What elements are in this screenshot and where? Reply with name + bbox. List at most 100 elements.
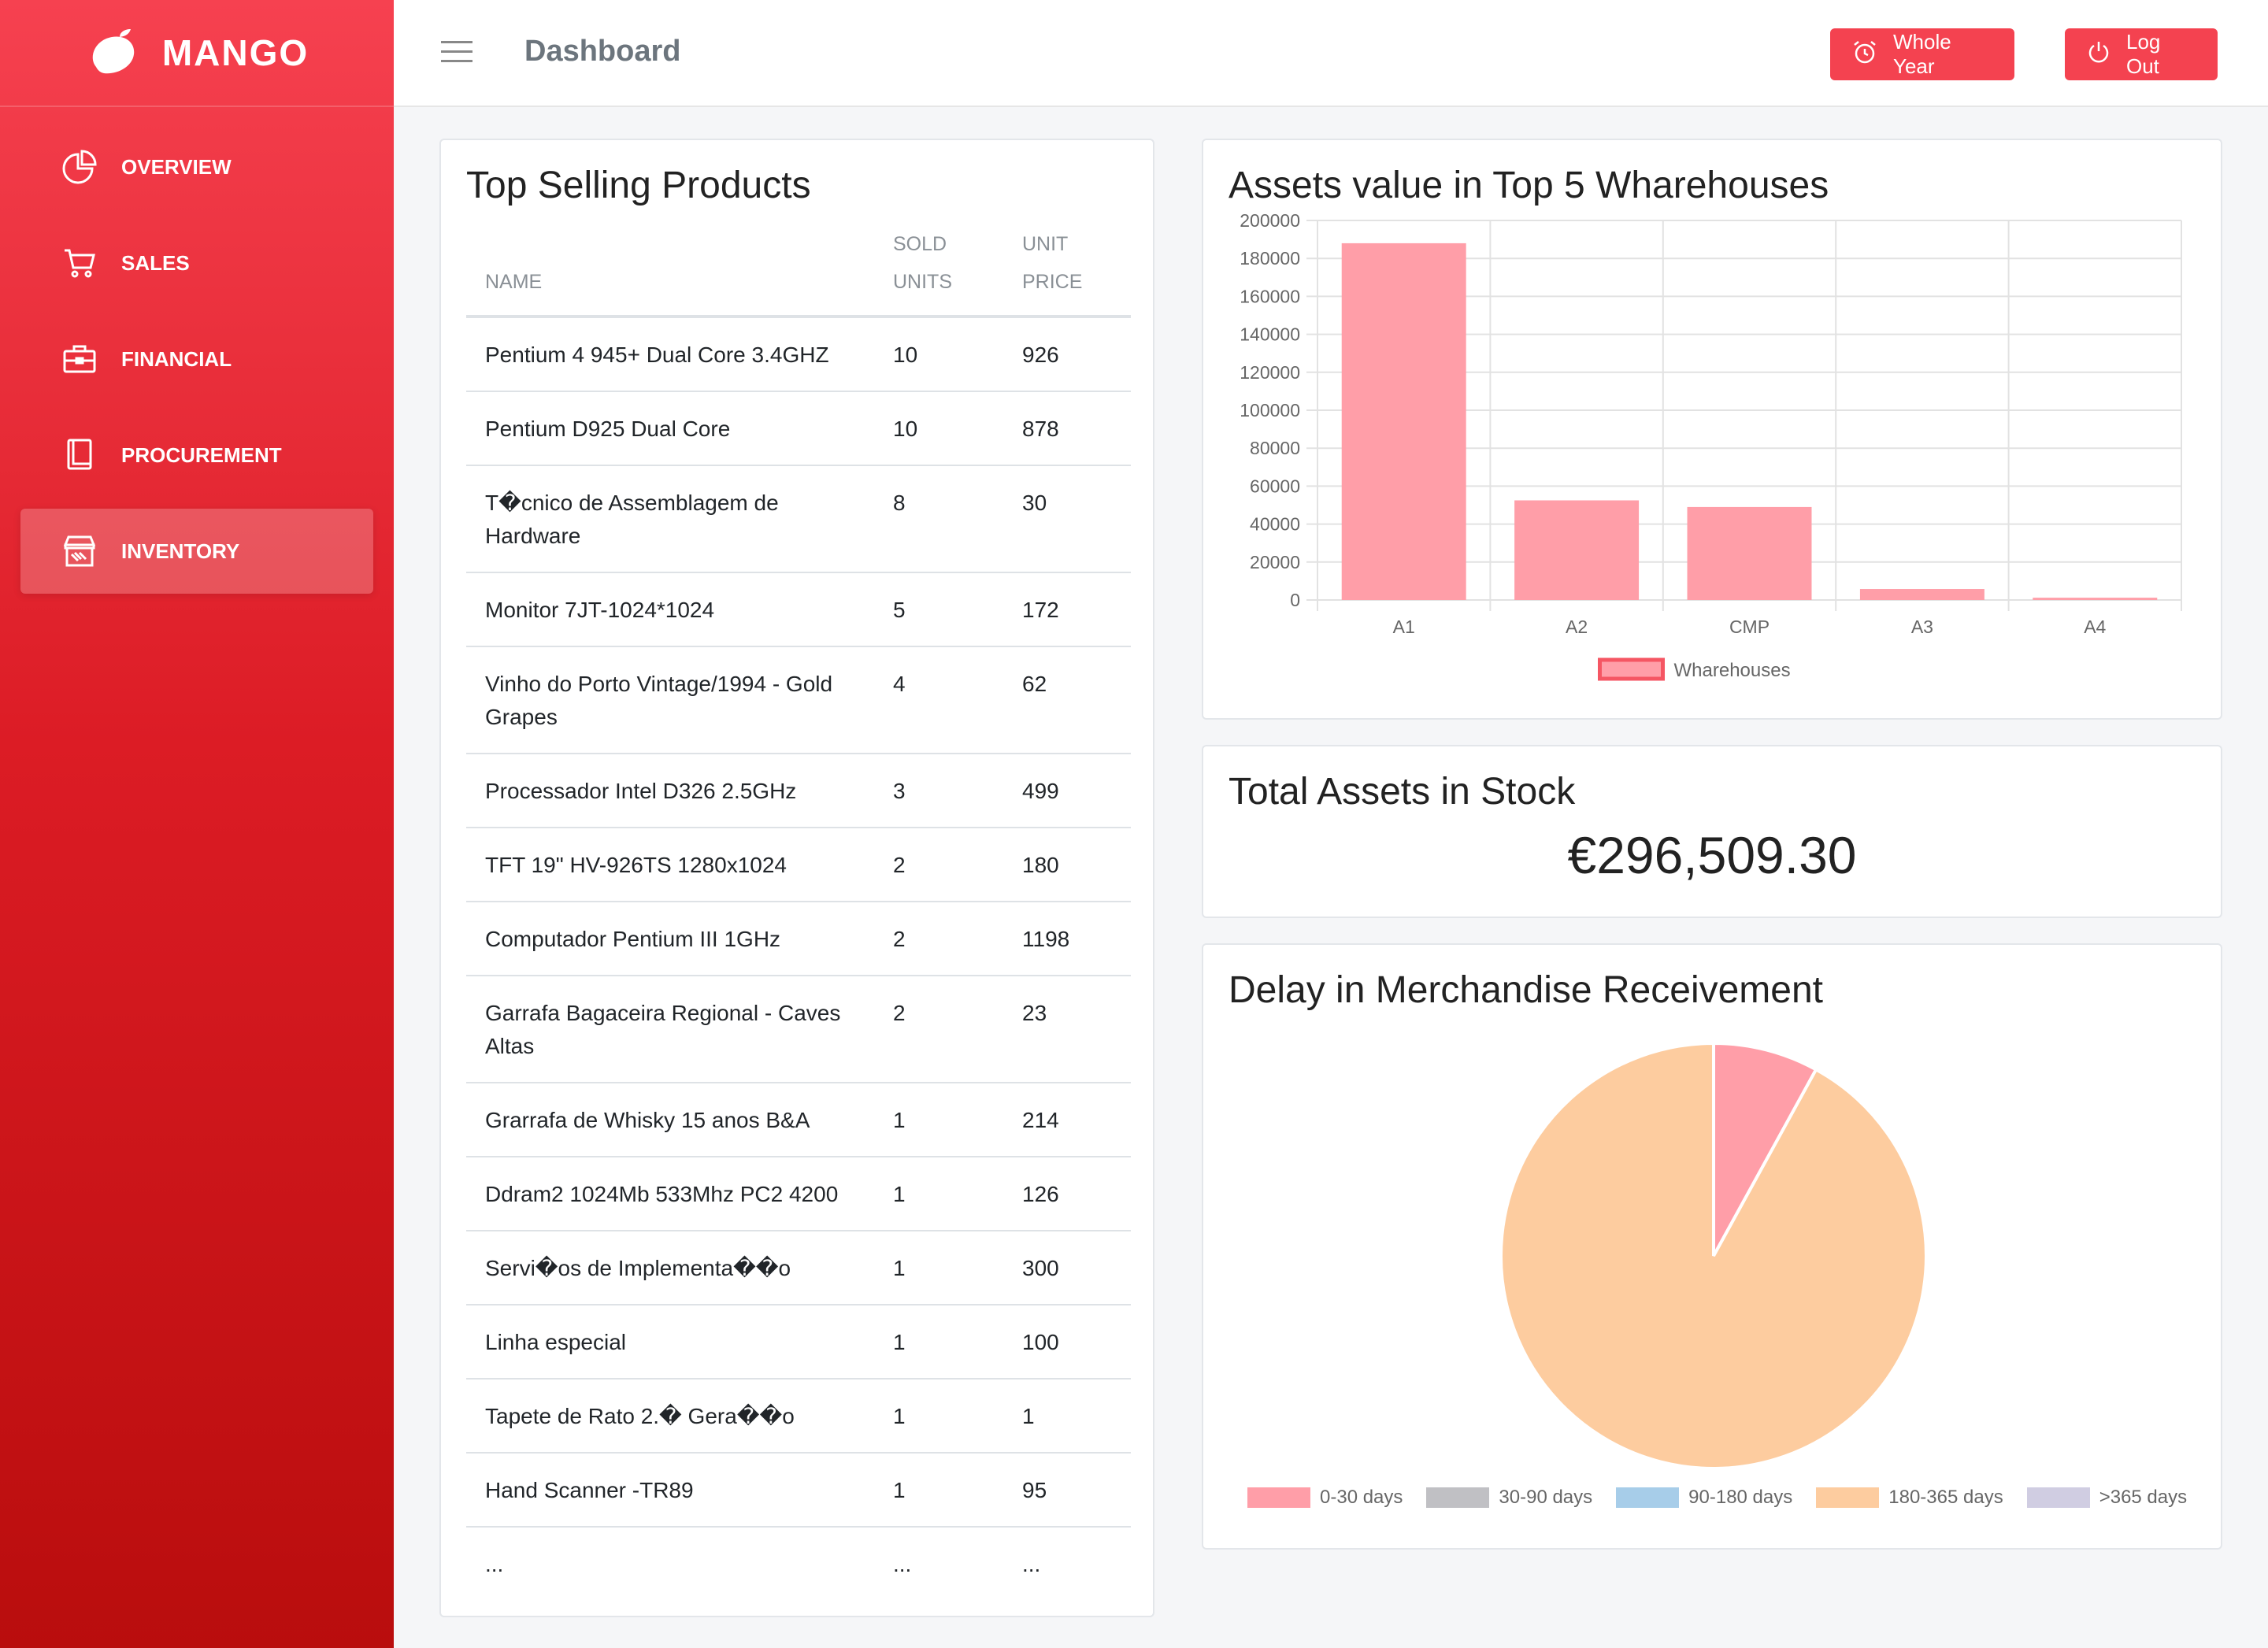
cell-price: 300 xyxy=(1022,1231,1131,1305)
column-header-price[interactable]: UNIT PRICE xyxy=(1022,225,1131,318)
logout-button[interactable]: Log Out xyxy=(2065,28,2218,80)
x-tick-label: A2 xyxy=(1566,617,1588,637)
table-row[interactable]: Ddram2 1024Mb 533Mhz PC2 4200 1 126 xyxy=(466,1157,1131,1231)
legend-swatch xyxy=(1426,1487,1490,1508)
sidebar-item-sales[interactable]: SALES xyxy=(20,220,373,306)
cell-name: Ddram2 1024Mb 533Mhz PC2 4200 xyxy=(466,1157,893,1231)
legend-label: >365 days xyxy=(2099,1487,2188,1508)
cell-price: 926 xyxy=(1022,317,1131,392)
sidebar-nav: OVERVIEW SALES FINANCIAL PROCUREMENT INV… xyxy=(0,107,394,594)
products-table: NAME SOLD UNITS UNIT PRICE Pentium 4 945… xyxy=(466,225,1131,1600)
top-header: Dashboard Whole Year Log Out xyxy=(394,0,2268,107)
sidebar-item-financial[interactable]: FINANCIAL xyxy=(20,317,373,402)
table-row[interactable]: Linha especial 1 100 xyxy=(466,1305,1131,1380)
cell-price: 878 xyxy=(1022,391,1131,466)
cell-name: TFT 19" HV-926TS 1280x1024 xyxy=(466,828,893,902)
legend-item[interactable]: 30-90 days xyxy=(1426,1487,1592,1509)
cell-price: 95 xyxy=(1022,1453,1131,1528)
warehouses-chart-card: Assets value in Top 5 Wharehouses 0 20000… xyxy=(1202,139,2222,720)
bar xyxy=(1687,506,1812,600)
sidebar-item-overview[interactable]: OVERVIEW xyxy=(20,124,373,209)
pie-chart-icon xyxy=(61,149,98,185)
y-tick-label: 60000 xyxy=(1250,476,1300,496)
y-tick-label: 40000 xyxy=(1250,514,1300,535)
brand[interactable]: MANGO xyxy=(0,0,394,107)
delay-pie-chart xyxy=(1499,1041,1928,1470)
cell-name: Monitor 7JT-1024*1024 xyxy=(466,572,893,647)
table-row[interactable]: Monitor 7JT-1024*1024 5 172 xyxy=(466,572,1131,647)
table-row[interactable]: Processador Intel D326 2.5GHz 3 499 xyxy=(466,754,1131,828)
table-row[interactable]: Pentium D925 Dual Core 10 878 xyxy=(466,391,1131,466)
cell-units: 2 xyxy=(893,902,1022,976)
legend-item[interactable]: 90-180 days xyxy=(1616,1487,1792,1509)
whole-year-label: Whole Year xyxy=(1893,30,1951,78)
y-tick-label: 180000 xyxy=(1240,248,1300,268)
cell-units: 5 xyxy=(893,572,1022,647)
cell-units: 1 xyxy=(893,1453,1022,1528)
y-tick-label: 0 xyxy=(1290,590,1300,610)
cell-units: 10 xyxy=(893,391,1022,466)
top-selling-products-card: Top Selling Products NAME SOLD UNITS UNI… xyxy=(439,139,1154,1617)
legend-item[interactable]: 180-365 days xyxy=(1816,1487,2003,1509)
warehouses-bar-chart: 0 20000 40000 60000 80000 100000 120000 140000 1… xyxy=(1240,210,2182,681)
sidebar-item-inventory[interactable]: INVENTORY xyxy=(20,509,373,594)
menu-toggle-icon[interactable] xyxy=(441,41,472,65)
brand-name: MANGO xyxy=(161,32,309,73)
cell-units: 4 xyxy=(893,646,1022,754)
cell-name: Pentium D925 Dual Core xyxy=(466,391,893,466)
legend-swatch xyxy=(1616,1487,1680,1508)
table-row[interactable]: Tapete de Rato 2.� Gera��o 1 1 xyxy=(466,1379,1131,1454)
column-header-name[interactable]: NAME xyxy=(466,225,893,318)
bar xyxy=(1341,243,1466,600)
table-row[interactable]: Pentium 4 945+ Dual Core 3.4GHZ 10 926 xyxy=(466,317,1131,392)
cell-price: 214 xyxy=(1022,1083,1131,1157)
cell-name: Tapete de Rato 2.� Gera��o xyxy=(466,1379,893,1454)
y-tick-label: 200000 xyxy=(1240,210,1300,231)
table-row[interactable]: ......... xyxy=(466,1527,1131,1600)
y-tick-label: 80000 xyxy=(1250,438,1300,458)
legend-item[interactable]: >365 days xyxy=(2026,1487,2188,1509)
cell-units: 2 xyxy=(893,828,1022,902)
whole-year-button[interactable]: Whole Year xyxy=(1830,28,2014,80)
legend-item[interactable]: 0-30 days xyxy=(1247,1487,1403,1509)
pie-legend: 0-30 days 30-90 days 90-180 days 180-365 da… xyxy=(1247,1487,2201,1509)
cell-name: Linha especial xyxy=(466,1305,893,1380)
legend-swatch xyxy=(1816,1487,1880,1508)
table-row[interactable]: Hand Scanner -TR89 1 95 xyxy=(466,1453,1131,1528)
power-icon xyxy=(2087,40,2110,69)
table-row[interactable]: Vinho do Porto Vintage/1994 - Gold Grape… xyxy=(466,646,1131,754)
y-tick-label: 140000 xyxy=(1240,324,1300,345)
delay-chart-card: Delay in Merchandise Receivement 0-30 da… xyxy=(1202,943,2222,1550)
cell-units: 2 xyxy=(893,976,1022,1083)
table-row[interactable]: TFT 19" HV-926TS 1280x1024 2 180 xyxy=(466,828,1131,902)
legend-swatch xyxy=(2026,1487,2090,1508)
cell-name: ... xyxy=(485,1552,504,1576)
cell-price: 126 xyxy=(1022,1157,1131,1231)
cart-icon xyxy=(61,245,98,281)
sidebar-item-procurement[interactable]: PROCUREMENT xyxy=(20,413,373,498)
cell-name: Hand Scanner -TR89 xyxy=(466,1453,893,1528)
legend-label: Wharehouses xyxy=(1674,660,1791,681)
table-row[interactable]: Computador Pentium III 1GHz 2 1198 xyxy=(466,902,1131,976)
cell-name: Processador Intel D326 2.5GHz xyxy=(466,754,893,828)
bar xyxy=(1514,500,1640,600)
sidebar-item-label: PROCUREMENT xyxy=(121,443,282,467)
legend-label: 90-180 days xyxy=(1688,1487,1793,1508)
cell-price: 1198 xyxy=(1022,902,1131,976)
x-tick-label: A3 xyxy=(1911,617,1933,637)
legend-label: 0-30 days xyxy=(1320,1487,1403,1508)
table-row[interactable]: Garrafa Bagaceira Regional - Caves Altas… xyxy=(466,976,1131,1083)
cell-price: 172 xyxy=(1022,572,1131,647)
cell-name: Vinho do Porto Vintage/1994 - Gold Grape… xyxy=(466,646,893,754)
table-row[interactable]: Grarrafa de Whisky 15 anos B&A 1 214 xyxy=(466,1083,1131,1157)
sidebar-item-label: FINANCIAL xyxy=(121,346,232,371)
bar xyxy=(1859,589,1984,600)
cell-name: Grarrafa de Whisky 15 anos B&A xyxy=(466,1083,893,1157)
column-header-units[interactable]: SOLD UNITS xyxy=(893,225,1022,318)
table-row[interactable]: T�cnico de Assemblagem de Hardware 8 30 xyxy=(466,465,1131,573)
cell-name: Garrafa Bagaceira Regional - Caves Altas xyxy=(466,976,893,1083)
cell-units: 1 xyxy=(893,1231,1022,1305)
cell-units: ... xyxy=(893,1552,912,1576)
table-row[interactable]: Servi�os de Implementa��o 1 300 xyxy=(466,1231,1131,1305)
briefcase-icon xyxy=(61,341,98,377)
